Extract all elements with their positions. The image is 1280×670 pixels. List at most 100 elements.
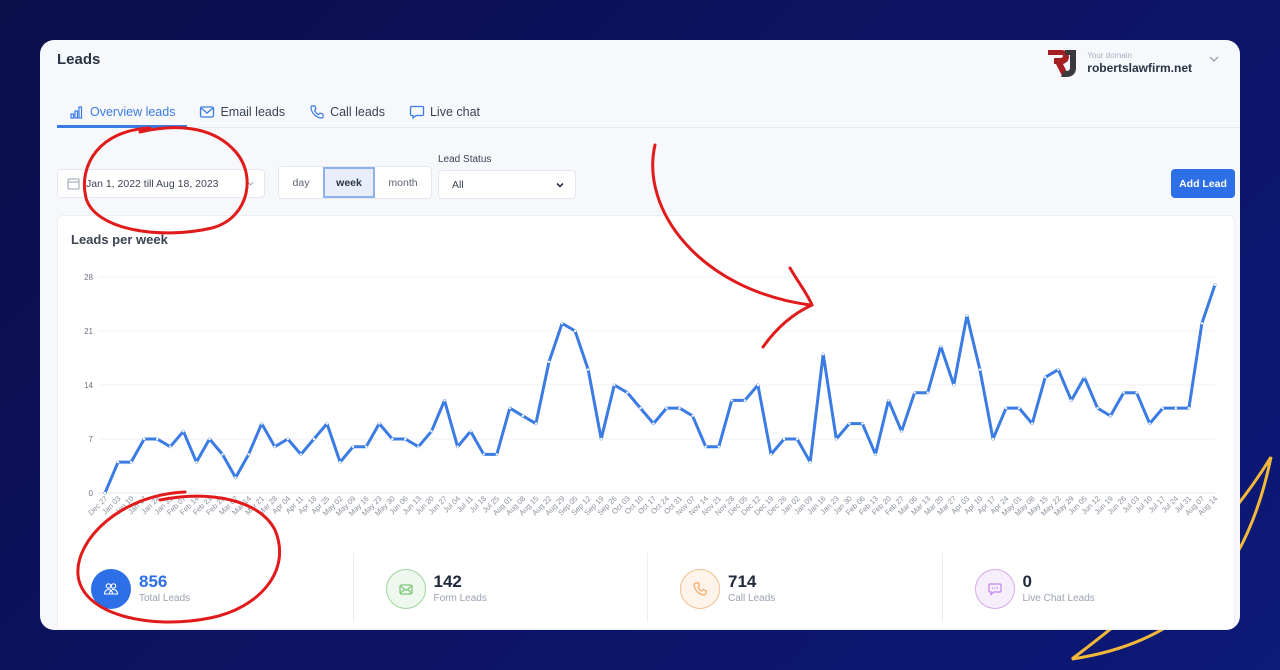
stat-form-leads: 142 Form Leads xyxy=(352,551,648,626)
data-point xyxy=(586,368,590,371)
stat-label: Call Leads xyxy=(728,593,776,604)
domain-switcher[interactable]: Your domain robertslawfirm.net xyxy=(1045,46,1220,80)
data-point xyxy=(286,437,290,441)
phone-icon xyxy=(310,105,324,119)
granularity-toggle: day week month xyxy=(278,166,432,199)
data-point xyxy=(1122,391,1125,394)
data-point xyxy=(626,391,629,394)
data-point xyxy=(913,391,916,394)
chevron-down-icon xyxy=(247,181,254,186)
data-point xyxy=(521,414,525,418)
data-point xyxy=(822,352,825,356)
tab-label: Call leads xyxy=(330,105,385,119)
data-point xyxy=(156,437,159,441)
data-point xyxy=(534,422,538,425)
tab-bar: Overview leads Email leads Call leads Li… xyxy=(57,98,1240,128)
data-point xyxy=(195,460,198,464)
phone-icon xyxy=(693,581,707,596)
data-point xyxy=(482,453,485,456)
data-point xyxy=(234,476,237,479)
data-point xyxy=(1135,391,1138,394)
stat-icon-circle xyxy=(91,568,131,609)
data-point xyxy=(312,437,316,441)
stat-icon-circle xyxy=(385,568,426,609)
data-point xyxy=(391,437,394,441)
data-point xyxy=(1161,406,1164,410)
data-point xyxy=(887,399,890,402)
stat-value: 0 xyxy=(1022,572,1032,591)
stat-value: 142 xyxy=(433,572,462,591)
leads-chart-card: Leads per week 0 7 14 21 28 Dec 27 Jan 03 Jan 1… xyxy=(57,215,1235,630)
granularity-day-button[interactable]: day xyxy=(279,167,323,198)
data-point xyxy=(1044,376,1047,379)
date-range-value: Jan 1, 2022 till Aug 18, 2023 xyxy=(86,177,219,190)
data-point xyxy=(848,422,851,425)
data-point xyxy=(600,437,603,441)
envelope-icon xyxy=(398,583,413,595)
tab-call-leads[interactable]: Call leads xyxy=(297,98,397,126)
data-point xyxy=(338,460,342,464)
y-tick-label: 21 xyxy=(84,327,93,336)
data-point xyxy=(169,445,172,448)
users-icon xyxy=(103,582,119,595)
data-point xyxy=(1017,406,1021,410)
data-point xyxy=(900,430,903,433)
data-point xyxy=(1030,422,1034,425)
data-point xyxy=(639,406,642,410)
data-point xyxy=(456,445,459,448)
lead-status-select[interactable]: All xyxy=(438,170,576,199)
tab-live-chat[interactable]: Live chat xyxy=(397,98,492,126)
granularity-week-button[interactable]: week xyxy=(323,167,375,198)
data-point xyxy=(1057,368,1060,371)
data-point xyxy=(652,422,655,425)
data-point xyxy=(1174,406,1178,410)
granularity-month-button[interactable]: month xyxy=(375,167,431,198)
data-point xyxy=(378,422,381,425)
stat-label: Live Chat Leads xyxy=(1022,593,1095,604)
calendar-icon xyxy=(67,178,80,190)
data-point xyxy=(730,399,734,402)
data-point xyxy=(247,453,250,456)
lead-status-label: Lead Status xyxy=(438,154,492,165)
data-point xyxy=(1200,322,1204,325)
stat-value: 856 xyxy=(139,572,168,591)
date-range-picker[interactable]: Jan 1, 2022 till Aug 18, 2023 xyxy=(57,169,265,198)
data-point xyxy=(1148,422,1151,425)
data-point xyxy=(795,437,799,441)
tab-label: Overview leads xyxy=(90,104,176,119)
chevron-down-icon xyxy=(556,182,564,188)
data-point xyxy=(1109,414,1112,418)
stat-label: Form Leads xyxy=(433,593,487,604)
data-point xyxy=(939,345,942,348)
chat-bubble-icon xyxy=(409,105,425,120)
tab-email-leads[interactable]: Email leads xyxy=(187,98,297,126)
stat-call-leads: 714 Call Leads xyxy=(647,551,942,626)
data-point xyxy=(756,383,760,387)
stat-icon-circle xyxy=(974,568,1015,609)
data-point xyxy=(874,453,877,456)
data-point xyxy=(142,437,146,441)
stat-total-leads: 856 Total Leads xyxy=(58,551,353,626)
chevron-down-icon[interactable] xyxy=(1208,53,1220,65)
data-point xyxy=(273,445,276,448)
data-point xyxy=(691,414,694,418)
data-point xyxy=(260,422,263,425)
data-point xyxy=(1070,399,1073,402)
data-point xyxy=(965,314,969,317)
data-point xyxy=(208,437,211,441)
add-lead-button[interactable]: Add Lead xyxy=(1171,169,1235,198)
data-point xyxy=(978,368,982,371)
data-point xyxy=(1096,406,1099,410)
data-point xyxy=(351,445,355,448)
data-point xyxy=(991,437,995,441)
data-point xyxy=(221,453,224,456)
data-point xyxy=(129,460,133,464)
data-point xyxy=(1187,406,1191,410)
data-point xyxy=(808,460,812,464)
tab-overview-leads[interactable]: Overview leads xyxy=(57,98,188,128)
data-point xyxy=(325,422,329,425)
y-tick-label: 7 xyxy=(89,435,94,444)
y-tick-label: 28 xyxy=(84,273,93,282)
tab-label: Live chat xyxy=(429,105,480,119)
stat-label: Total Leads xyxy=(139,593,191,604)
